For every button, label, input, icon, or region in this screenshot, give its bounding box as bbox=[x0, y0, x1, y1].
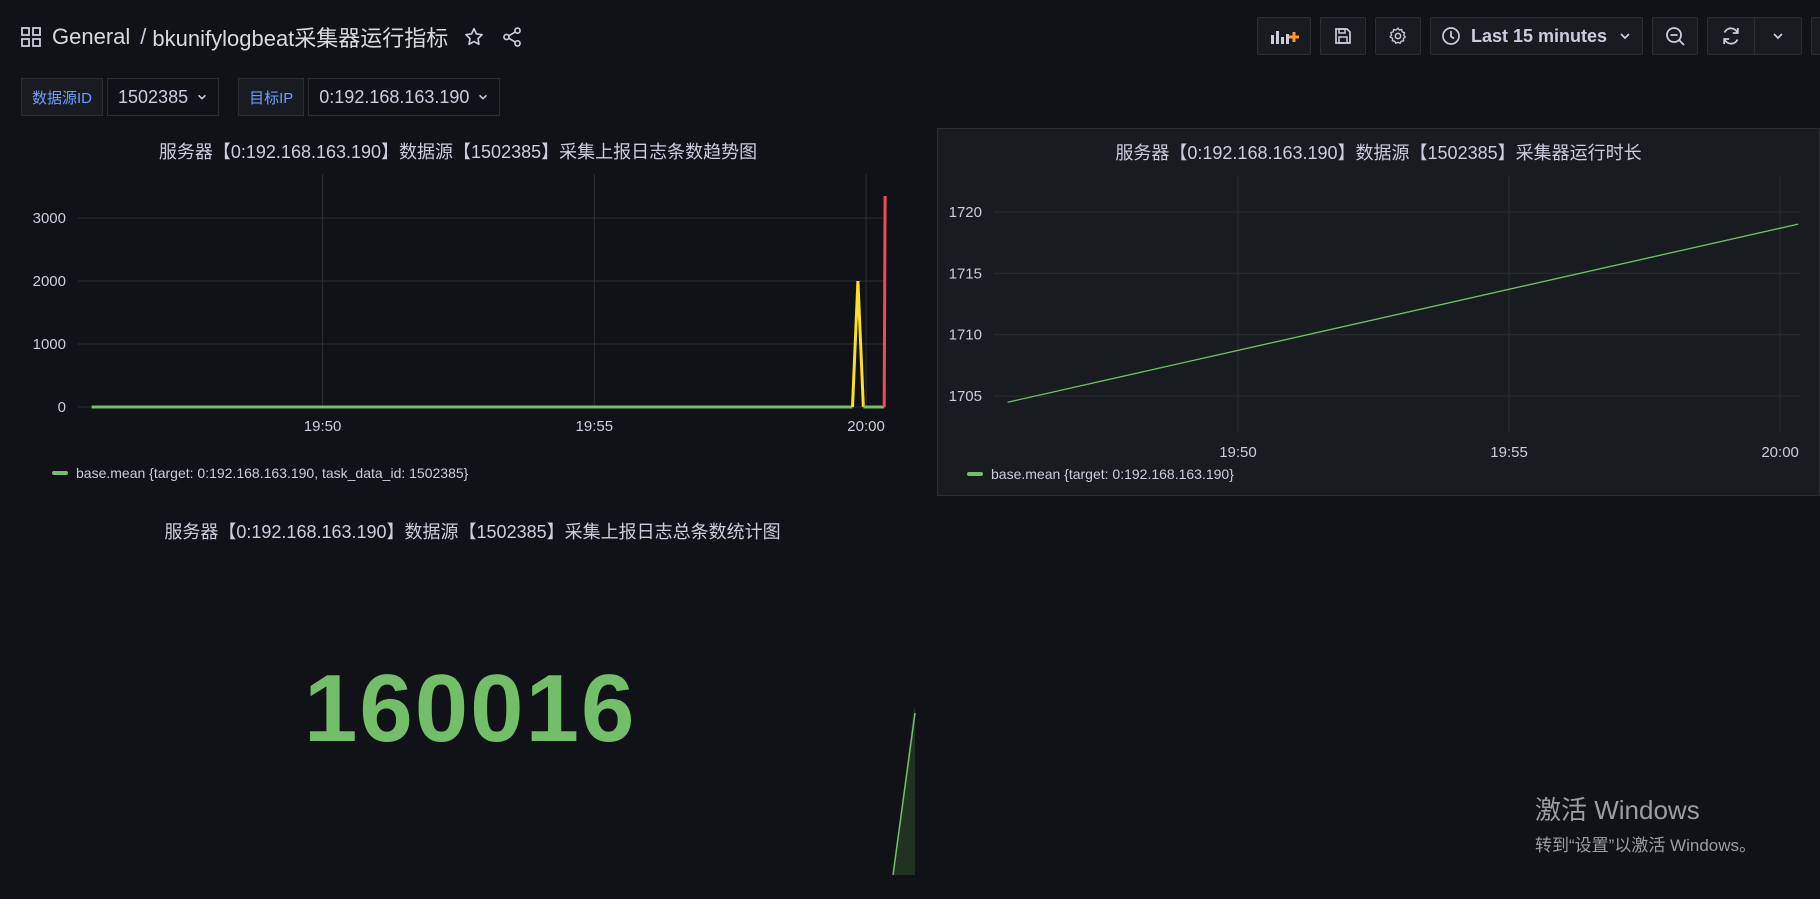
add-panel-icon bbox=[1271, 31, 1299, 44]
y-tick-label: 2000 bbox=[33, 273, 66, 290]
legend-series-label: base.mean {target: 0:192.168.163.190, ta… bbox=[76, 465, 469, 481]
x-tick-label: 19:50 bbox=[304, 418, 342, 435]
x-tick-label: 20:00 bbox=[847, 418, 885, 435]
gear-icon bbox=[1389, 27, 1406, 44]
chevron-down-icon bbox=[479, 94, 488, 100]
y-tick-label: 1715 bbox=[949, 265, 982, 282]
stat-value: 160016 bbox=[304, 655, 637, 762]
view-mode-button[interactable] bbox=[1811, 17, 1820, 55]
refresh-button[interactable] bbox=[1708, 18, 1754, 54]
dashboard-toolbar: Last 15 minutes bbox=[1257, 17, 1820, 57]
panel-log-total-stat[interactable]: 服务器【0:192.168.163.190】数据源【1502385】采集上报日志… bbox=[20, 508, 925, 899]
y-tick-label: 1720 bbox=[949, 204, 982, 221]
y-tick-label: 0 bbox=[58, 399, 66, 416]
variable-value-datasource-id: 1502385 bbox=[118, 86, 189, 107]
refresh-icon bbox=[1723, 27, 1739, 45]
zoom-out-button[interactable] bbox=[1652, 17, 1698, 55]
chevron-down-icon bbox=[1773, 33, 1783, 40]
dashboard-title[interactable]: bkunifylogbeat采集器运行指标 bbox=[152, 21, 448, 53]
y-tick-label: 1000 bbox=[33, 336, 66, 353]
panel-title: 服务器【0:192.168.163.190】数据源【1502385】采集上报日志… bbox=[164, 522, 781, 542]
panel-log-count-trend[interactable]: 服务器【0:192.168.163.190】数据源【1502385】采集上报日志… bbox=[20, 128, 896, 494]
y-tick-label: 1710 bbox=[949, 327, 982, 344]
chevron-down-icon bbox=[1620, 33, 1630, 40]
time-range-picker[interactable]: Last 15 minutes bbox=[1430, 17, 1643, 55]
stat-sparkline bbox=[892, 708, 916, 876]
legend-swatch bbox=[967, 472, 983, 476]
refresh-interval-dropdown[interactable] bbox=[1755, 18, 1801, 54]
star-icon[interactable] bbox=[462, 25, 486, 49]
save-icon bbox=[1335, 28, 1351, 44]
variable-label-target-ip: 目标IP bbox=[238, 78, 305, 116]
clock-icon bbox=[1442, 27, 1460, 45]
time-range-label: Last 15 minutes bbox=[1471, 25, 1608, 46]
zoom-out-icon bbox=[1666, 27, 1685, 46]
add-panel-button[interactable] bbox=[1257, 17, 1311, 55]
breadcrumb: General / bkunifylogbeat采集器运行指标 bbox=[20, 20, 524, 54]
series-segment bbox=[1007, 223, 1799, 403]
dashboard-header: General / bkunifylogbeat采集器运行指标 Last 15 … bbox=[0, 0, 1820, 74]
x-tick-label: 20:00 bbox=[1761, 444, 1799, 461]
series-segment bbox=[882, 196, 887, 408]
x-tick-label: 19:55 bbox=[1490, 444, 1528, 461]
save-dashboard-button[interactable] bbox=[1320, 17, 1366, 55]
y-tick-label: 3000 bbox=[33, 210, 66, 227]
chevron-down-icon bbox=[198, 94, 207, 100]
variable-value-target-ip: 0:192.168.163.190 bbox=[319, 86, 470, 107]
x-tick-label: 19:55 bbox=[576, 418, 614, 435]
legend-swatch bbox=[52, 471, 68, 475]
chart-legend[interactable]: base.mean {target: 0:192.168.163.190, ta… bbox=[52, 465, 468, 481]
variable-select-target-ip[interactable]: 0:192.168.163.190 bbox=[308, 78, 501, 116]
y-tick-label: 1705 bbox=[949, 388, 982, 405]
legend-series-label: base.mean {target: 0:192.168.163.190} bbox=[991, 466, 1234, 482]
windows-activation-watermark: 激活 Windows 转到“设置”以激活 Windows。 bbox=[1535, 790, 1756, 856]
chart-legend[interactable]: base.mean {target: 0:192.168.163.190} bbox=[967, 466, 1234, 482]
template-variables: 数据源ID 1502385 目标IP 0:192.168.163.190 bbox=[21, 77, 501, 117]
watermark-line-2: 转到“设置”以激活 Windows。 bbox=[1535, 836, 1757, 855]
log-count-trend-chart: 0 1000 2000 3000 19:50 19:55 20:00 bbox=[33, 174, 887, 435]
dashboards-grid-icon[interactable] bbox=[20, 26, 42, 48]
breadcrumb-folder-link[interactable]: General bbox=[52, 24, 130, 50]
share-icon[interactable] bbox=[500, 25, 524, 49]
x-tick-label: 19:50 bbox=[1219, 444, 1257, 461]
panel-collector-runtime[interactable]: 服务器【0:192.168.163.190】数据源【1502385】采集器运行时… bbox=[937, 128, 1820, 496]
refresh-button-group bbox=[1707, 17, 1802, 55]
dashboard-settings-button[interactable] bbox=[1375, 17, 1421, 55]
watermark-line-1: 激活 Windows bbox=[1535, 795, 1700, 825]
variable-label-datasource-id: 数据源ID bbox=[21, 78, 104, 116]
breadcrumb-separator: / bbox=[140, 24, 147, 49]
collector-runtime-chart: 1705 1710 1715 1720 19:50 19:55 20:00 bbox=[949, 175, 1800, 461]
variable-select-datasource-id[interactable]: 1502385 bbox=[107, 78, 220, 116]
